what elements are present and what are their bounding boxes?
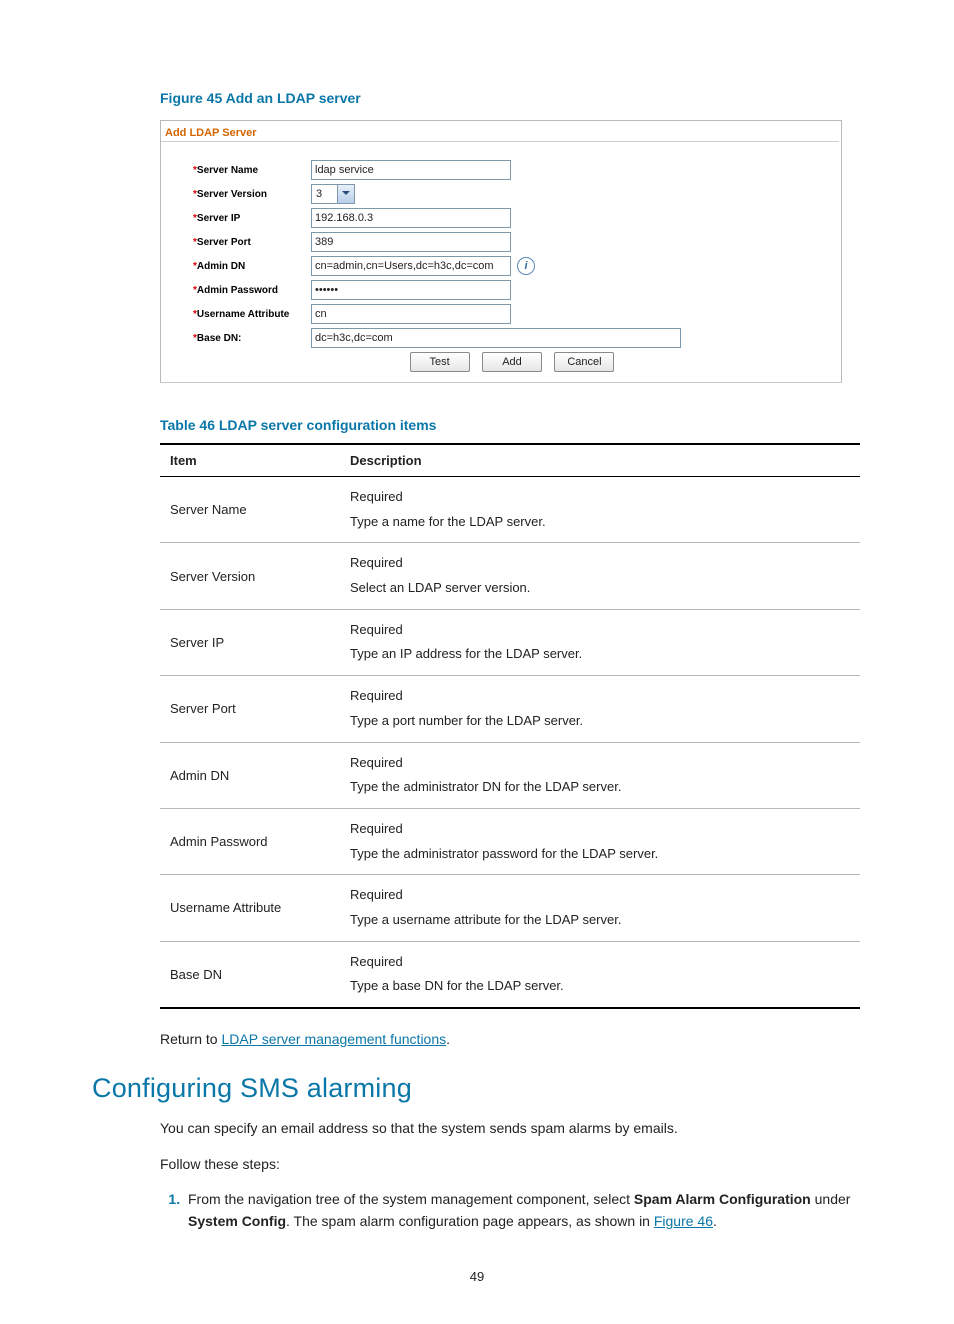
th-description: Description <box>340 444 860 477</box>
ldap-management-link[interactable]: LDAP server management functions <box>221 1031 446 1047</box>
label-server-port: *Server Port <box>193 237 311 248</box>
intro-paragraph: You can specify an email address so that… <box>160 1118 862 1140</box>
admin-password-input[interactable] <box>311 280 511 300</box>
chevron-down-icon[interactable] <box>338 184 355 204</box>
server-ip-input[interactable] <box>311 208 511 228</box>
label-server-ip: *Server IP <box>193 213 311 224</box>
label-username-attribute: *Username Attribute <box>193 309 311 320</box>
figure-46-link[interactable]: Figure 46 <box>654 1213 713 1229</box>
config-items-table: Item Description Server NameRequiredType… <box>160 443 860 1009</box>
figure-caption: Figure 45 Add an LDAP server <box>160 90 862 106</box>
cancel-button[interactable]: Cancel <box>554 352 614 372</box>
server-version-select[interactable] <box>311 184 338 204</box>
label-admin-password: *Admin Password <box>193 285 311 296</box>
cell-description: RequiredType a username attribute for th… <box>340 875 860 941</box>
cell-item: Username Attribute <box>160 875 340 941</box>
server-name-input[interactable] <box>311 160 511 180</box>
cell-item: Server IP <box>160 609 340 675</box>
server-port-input[interactable] <box>311 232 511 252</box>
table-row: Username AttributeRequiredType a usernam… <box>160 875 860 941</box>
cell-description: RequiredType the administrator DN for th… <box>340 742 860 808</box>
ldap-add-screenshot: Add LDAP Server *Server Name *Server Ver… <box>160 120 842 383</box>
cell-item: Server Name <box>160 477 340 543</box>
table-row: Base DNRequiredType a base DN for the LD… <box>160 941 860 1008</box>
cell-item: Admin Password <box>160 808 340 874</box>
label-base-dn: *Base DN: <box>193 333 311 344</box>
cell-item: Base DN <box>160 941 340 1008</box>
table-row: Server VersionRequiredSelect an LDAP ser… <box>160 543 860 609</box>
username-attribute-input[interactable] <box>311 304 511 324</box>
panel-title: Add LDAP Server <box>161 121 841 141</box>
steps-intro: Follow these steps: <box>160 1154 862 1176</box>
cell-description: RequiredType a base DN for the LDAP serv… <box>340 941 860 1008</box>
label-admin-dn: *Admin DN <box>193 261 311 272</box>
table-row: Server IPRequiredType an IP address for … <box>160 609 860 675</box>
table-row: Admin PasswordRequiredType the administr… <box>160 808 860 874</box>
table-row: Admin DNRequiredType the administrator D… <box>160 742 860 808</box>
divider <box>161 141 839 142</box>
table-row: Server PortRequiredType a port number fo… <box>160 676 860 742</box>
base-dn-input[interactable] <box>311 328 681 348</box>
cell-description: RequiredType an IP address for the LDAP … <box>340 609 860 675</box>
label-server-name: *Server Name <box>193 165 311 176</box>
step-1: From the navigation tree of the system m… <box>184 1189 862 1232</box>
section-heading: Configuring SMS alarming <box>92 1073 862 1104</box>
test-button[interactable]: Test <box>410 352 470 372</box>
cell-description: RequiredType the administrator password … <box>340 808 860 874</box>
cell-description: RequiredType a name for the LDAP server. <box>340 477 860 543</box>
return-line: Return to LDAP server management functio… <box>160 1031 862 1047</box>
table-caption: Table 46 LDAP server configuration items <box>160 417 862 433</box>
info-icon[interactable]: i <box>517 257 535 275</box>
table-row: Server NameRequiredType a name for the L… <box>160 477 860 543</box>
th-item: Item <box>160 444 340 477</box>
cell-description: RequiredSelect an LDAP server version. <box>340 543 860 609</box>
add-button[interactable]: Add <box>482 352 542 372</box>
cell-item: Admin DN <box>160 742 340 808</box>
page-number: 49 <box>92 1269 862 1284</box>
cell-item: Server Version <box>160 543 340 609</box>
admin-dn-input[interactable] <box>311 256 511 276</box>
cell-item: Server Port <box>160 676 340 742</box>
cell-description: RequiredType a port number for the LDAP … <box>340 676 860 742</box>
label-server-version: *Server Version <box>193 189 311 200</box>
